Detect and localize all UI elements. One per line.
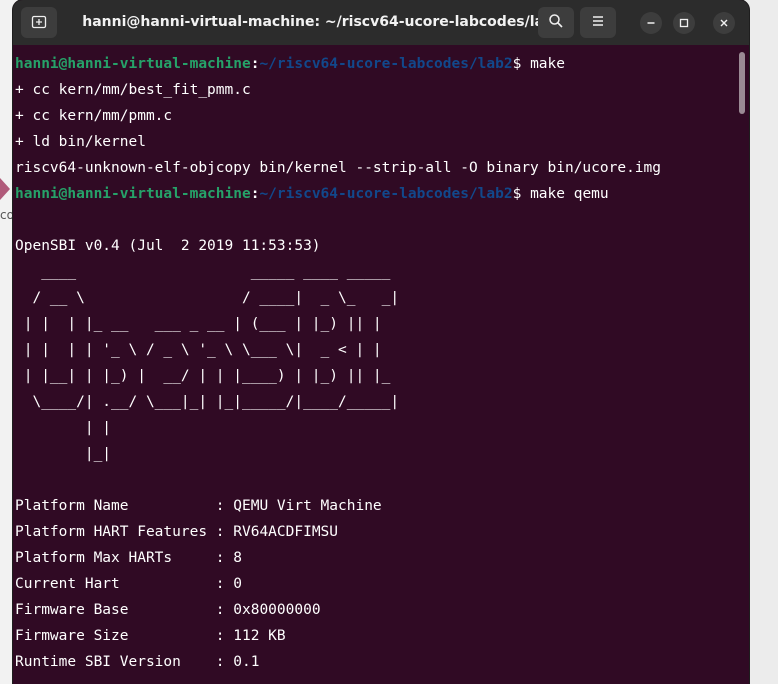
build-output-line: + ld bin/kernel bbox=[15, 134, 146, 150]
platform-info-key: Platform HART Features bbox=[15, 524, 216, 540]
platform-info-key: Firmware Base bbox=[15, 602, 216, 618]
build-output-line: + cc kern/mm/best_fit_pmm.c bbox=[15, 82, 251, 98]
search-button[interactable] bbox=[538, 7, 574, 38]
ascii-logo-line: | | | | '_ \ / _ \ '_ \ \___ \| _ < | | bbox=[15, 342, 382, 358]
platform-info-value: : RV64ACDFIMSU bbox=[215, 524, 339, 540]
window-title: hanni@hanni-virtual-machine: ~/riscv64-u… bbox=[82, 14, 564, 30]
prompt-command: make bbox=[530, 56, 565, 72]
prompt-user-host: hanni@hanni-virtual-machine bbox=[15, 186, 251, 202]
search-icon bbox=[548, 13, 564, 33]
platform-info-line: Platform Max HARTs : 8 bbox=[15, 545, 737, 571]
terminal-output[interactable]: hanni@hanni-virtual-machine:~/riscv64-uc… bbox=[15, 51, 737, 684]
terminal-window: hanni@hanni-virtual-machine: ~/riscv64-u… bbox=[13, 0, 749, 684]
platform-info-value: : QEMU Virt Machine bbox=[215, 498, 382, 514]
platform-info-line: Current Hart : 0 bbox=[15, 571, 737, 597]
background-arrow-mark bbox=[0, 178, 10, 200]
platform-info-key: Runtime SBI Version bbox=[15, 654, 216, 670]
prompt-dollar: $ bbox=[512, 186, 531, 202]
platform-info-key: Platform Max HARTs bbox=[15, 550, 216, 566]
opensbi-version-line: OpenSBI v0.4 (Jul 2 2019 11:53:53) bbox=[15, 238, 321, 254]
prompt-command: make qemu bbox=[530, 186, 609, 202]
prompt-path: ~/riscv64-ucore-labcodes/lab2 bbox=[259, 186, 513, 202]
build-output-line: + cc kern/mm/pmm.c bbox=[15, 108, 173, 124]
platform-info-value: : 112 KB bbox=[215, 628, 286, 644]
background-text: co bbox=[0, 208, 14, 222]
ascii-logo-line: | | | |_ __ ___ _ __ | (___ | |_) || | bbox=[15, 316, 382, 332]
close-button[interactable] bbox=[713, 12, 735, 34]
ascii-logo-line: \____/| .__/ \___|_| |_|_____/|____/____… bbox=[15, 394, 400, 410]
platform-info-key: Current Hart bbox=[15, 576, 216, 592]
platform-info-line: Firmware Size : 112 KB bbox=[15, 623, 737, 649]
ascii-logo-line: ____ _____ ____ _____ bbox=[15, 264, 391, 280]
hamburger-menu-icon bbox=[590, 13, 606, 33]
ascii-logo-line: / __ \ / ____| _ \_ _| bbox=[15, 290, 400, 306]
platform-info-key: Firmware Size bbox=[15, 628, 216, 644]
ascii-logo-line: | |__| | |_) | __/ | | |____) | |_) || |… bbox=[15, 368, 391, 384]
new-tab-button[interactable] bbox=[21, 7, 57, 38]
prompt-line: hanni@hanni-virtual-machine:~/riscv64-uc… bbox=[15, 181, 737, 207]
platform-info-value: : 8 bbox=[215, 550, 242, 566]
maximize-button[interactable] bbox=[673, 12, 695, 34]
platform-info-value: : 0.1 bbox=[215, 654, 260, 670]
prompt-path: ~/riscv64-ucore-labcodes/lab2 bbox=[259, 56, 513, 72]
maximize-icon bbox=[678, 14, 690, 33]
ascii-logo-line: | | bbox=[15, 420, 112, 436]
platform-info-line: Platform HART Features : RV64ACDFIMSU bbox=[15, 519, 737, 545]
build-output-line: riscv64-unknown-elf-objcopy bin/kernel -… bbox=[15, 160, 662, 176]
platform-info-line: Platform Name : QEMU Virt Machine bbox=[15, 493, 737, 519]
platform-info-value: : 0 bbox=[215, 576, 242, 592]
platform-info-value: : 0x80000000 bbox=[215, 602, 321, 618]
platform-info-key: Platform Name bbox=[15, 498, 216, 514]
ascii-logo-line: |_| bbox=[15, 446, 112, 462]
minimize-button[interactable] bbox=[640, 12, 662, 34]
prompt-dollar: $ bbox=[512, 56, 531, 72]
menu-button[interactable] bbox=[580, 7, 616, 38]
prompt-user-host: hanni@hanni-virtual-machine bbox=[15, 56, 251, 72]
new-tab-icon bbox=[31, 13, 47, 33]
platform-info-line: Firmware Base : 0x80000000 bbox=[15, 597, 737, 623]
title-bar[interactable]: hanni@hanni-virtual-machine: ~/riscv64-u… bbox=[13, 0, 749, 45]
terminal-scrollbar[interactable] bbox=[739, 52, 745, 114]
close-icon bbox=[718, 14, 730, 33]
minimize-icon bbox=[645, 14, 657, 33]
platform-info-line: Runtime SBI Version : 0.1 bbox=[15, 649, 737, 675]
prompt-line: hanni@hanni-virtual-machine:~/riscv64-uc… bbox=[15, 51, 737, 77]
